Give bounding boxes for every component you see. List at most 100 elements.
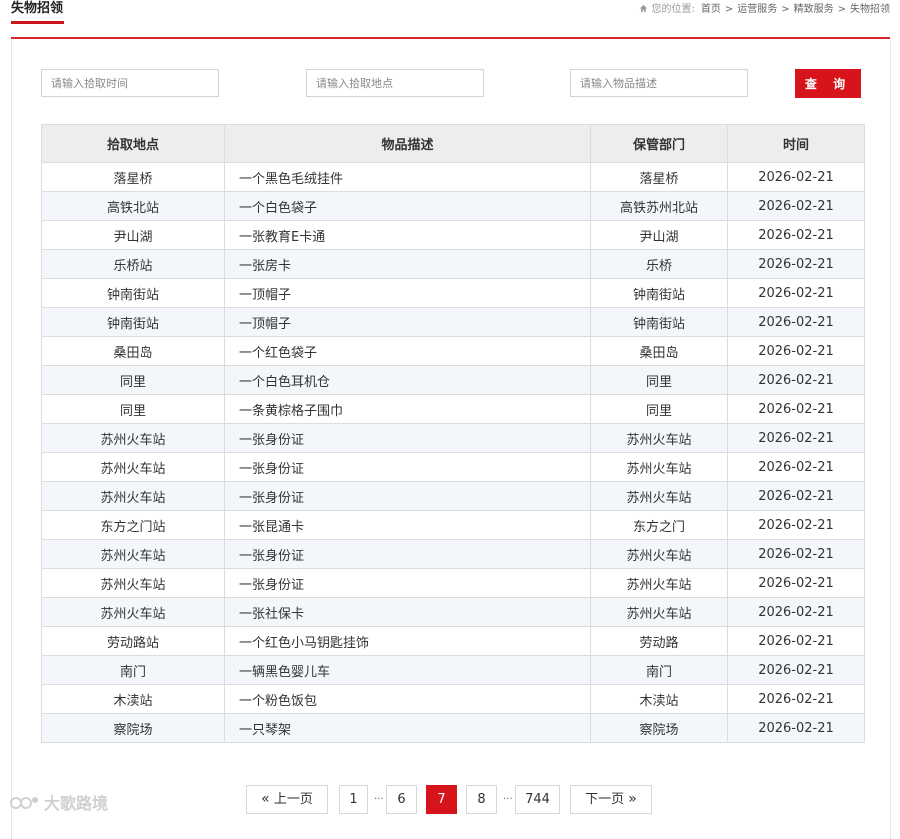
cell-place: 察院场 bbox=[41, 713, 225, 743]
cell-time: 2026-02-21 bbox=[727, 365, 865, 395]
cell-department: 苏州火车站 bbox=[590, 452, 728, 482]
cell-place: 高铁北站 bbox=[41, 191, 225, 221]
cell-place: 钟南街站 bbox=[41, 278, 225, 308]
table-row: 尹山湖 一张教育E卡通 尹山湖 2026-02-21 bbox=[41, 220, 865, 250]
cell-description: 一只琴架 bbox=[224, 713, 591, 743]
breadcrumb: 您的位置: 首页 > 运营服务 > 精致服务 > 失物招领 bbox=[639, 3, 890, 18]
cell-department: 苏州火车站 bbox=[590, 539, 728, 569]
table-row: 苏州火车站 一张身份证 苏州火车站 2026-02-21 bbox=[41, 423, 865, 453]
cell-description: 一张身份证 bbox=[224, 481, 591, 511]
table-row: 劳动路站 一个红色小马钥匙挂饰 劳动路 2026-02-21 bbox=[41, 626, 865, 656]
cell-description: 一顶帽子 bbox=[224, 278, 591, 308]
cell-time: 2026-02-21 bbox=[727, 597, 865, 627]
table-header-row: 拾取地点 物品描述 保管部门 时间 bbox=[41, 124, 865, 163]
cell-place: 苏州火车站 bbox=[41, 423, 225, 453]
cell-time: 2026-02-21 bbox=[727, 162, 865, 192]
cell-place: 劳动路站 bbox=[41, 626, 225, 656]
breadcrumb-current[interactable]: 失物招领 bbox=[850, 4, 890, 15]
cell-time: 2026-02-21 bbox=[727, 394, 865, 424]
page-header: 失物招领 您的位置: 首页 > 运营服务 > 精致服务 > 失物招领 bbox=[0, 0, 900, 24]
prev-page-button[interactable]: « 上一页 bbox=[246, 785, 328, 814]
page-link-8[interactable]: 8 bbox=[466, 785, 497, 814]
cell-time: 2026-02-21 bbox=[727, 481, 865, 511]
column-header-place: 拾取地点 bbox=[41, 124, 225, 163]
table-row: 东方之门站 一张昆通卡 东方之门 2026-02-21 bbox=[41, 510, 865, 540]
pickup-time-input[interactable] bbox=[41, 69, 219, 97]
cell-department: 劳动路 bbox=[590, 626, 728, 656]
cell-description: 一张昆通卡 bbox=[224, 510, 591, 540]
cell-place: 南门 bbox=[41, 655, 225, 685]
table-row: 同里 一个白色耳机仓 同里 2026-02-21 bbox=[41, 365, 865, 395]
table-row: 落星桥 一个黑色毛绒挂件 落星桥 2026-02-21 bbox=[41, 162, 865, 192]
table-row: 苏州火车站 一张身份证 苏州火车站 2026-02-21 bbox=[41, 568, 865, 598]
home-icon bbox=[639, 4, 648, 18]
cell-department: 木渎站 bbox=[590, 684, 728, 714]
cell-description: 一个白色袋子 bbox=[224, 191, 591, 221]
cell-department: 苏州火车站 bbox=[590, 597, 728, 627]
cell-time: 2026-02-21 bbox=[727, 713, 865, 743]
column-header-department: 保管部门 bbox=[590, 124, 728, 163]
watermark-text: 大歌路境 bbox=[44, 794, 109, 813]
cell-description: 一个白色耳机仓 bbox=[224, 365, 591, 395]
page-link-1[interactable]: 1 bbox=[339, 785, 368, 814]
table-row: 乐桥站 一张房卡 乐桥 2026-02-21 bbox=[41, 249, 865, 279]
double-left-arrow-icon: « bbox=[261, 791, 270, 807]
cell-department: 落星桥 bbox=[590, 162, 728, 192]
cell-department: 南门 bbox=[590, 655, 728, 685]
table-row: 察院场 一只琴架 察院场 2026-02-21 bbox=[41, 713, 865, 743]
cell-description: 一个红色袋子 bbox=[224, 336, 591, 366]
lost-items-table: 拾取地点 物品描述 保管部门 时间 落星桥 一个黑色毛绒挂件 落星桥 2026-02-… bbox=[41, 124, 865, 743]
cell-time: 2026-02-21 bbox=[727, 539, 865, 569]
cell-department: 乐桥 bbox=[590, 249, 728, 279]
breadcrumb-separator: > bbox=[781, 4, 790, 15]
pagination: « 上一页 1 ... 6 7 8 ... 744 下一页 » bbox=[0, 785, 900, 816]
cell-time: 2026-02-21 bbox=[727, 307, 865, 337]
cell-time: 2026-02-21 bbox=[727, 626, 865, 656]
cell-department: 尹山湖 bbox=[590, 220, 728, 250]
cell-description: 一张身份证 bbox=[224, 568, 591, 598]
cell-place: 苏州火车站 bbox=[41, 597, 225, 627]
cell-time: 2026-02-21 bbox=[727, 655, 865, 685]
breadcrumb-operations[interactable]: 运营服务 bbox=[737, 4, 777, 15]
page-link-current[interactable]: 7 bbox=[426, 785, 457, 814]
cell-department: 同里 bbox=[590, 394, 728, 424]
cell-time: 2026-02-21 bbox=[727, 510, 865, 540]
breadcrumb-home[interactable]: 首页 bbox=[701, 4, 721, 15]
pagination-ellipsis: ... bbox=[503, 791, 513, 802]
item-description-input[interactable] bbox=[570, 69, 748, 97]
table-row: 南门 一辆黑色婴儿车 南门 2026-02-21 bbox=[41, 655, 865, 685]
pickup-place-input[interactable] bbox=[306, 69, 484, 97]
breadcrumb-prefix: 您的位置: bbox=[651, 4, 695, 15]
cell-place: 苏州火车站 bbox=[41, 481, 225, 511]
title-underline bbox=[11, 21, 64, 24]
cell-description: 一辆黑色婴儿车 bbox=[224, 655, 591, 685]
cell-department: 同里 bbox=[590, 365, 728, 395]
page-link-6[interactable]: 6 bbox=[386, 785, 417, 814]
cell-place: 东方之门站 bbox=[41, 510, 225, 540]
table-row: 钟南街站 一顶帽子 钟南街站 2026-02-21 bbox=[41, 307, 865, 337]
cell-description: 一个粉色饭包 bbox=[224, 684, 591, 714]
search-button[interactable]: 查 询 bbox=[795, 69, 861, 98]
cell-department: 桑田岛 bbox=[590, 336, 728, 366]
cell-department: 钟南街站 bbox=[590, 278, 728, 308]
cell-description: 一个红色小马钥匙挂饰 bbox=[224, 626, 591, 656]
cell-department: 高铁苏州北站 bbox=[590, 191, 728, 221]
breadcrumb-services[interactable]: 精致服务 bbox=[794, 4, 834, 15]
cell-department: 苏州火车站 bbox=[590, 481, 728, 511]
next-page-button[interactable]: 下一页 » bbox=[570, 785, 652, 814]
cell-time: 2026-02-21 bbox=[727, 452, 865, 482]
table-row: 木渎站 一个粉色饭包 木渎站 2026-02-21 bbox=[41, 684, 865, 714]
cell-description: 一条黄棕格子围巾 bbox=[224, 394, 591, 424]
double-right-arrow-icon: » bbox=[628, 791, 637, 807]
table-row: 苏州火车站 一张社保卡 苏州火车站 2026-02-21 bbox=[41, 597, 865, 627]
table-row: 桑田岛 一个红色袋子 桑田岛 2026-02-21 bbox=[41, 336, 865, 366]
cell-department: 东方之门 bbox=[590, 510, 728, 540]
cell-place: 木渎站 bbox=[41, 684, 225, 714]
cell-description: 一个黑色毛绒挂件 bbox=[224, 162, 591, 192]
page-link-last[interactable]: 744 bbox=[515, 785, 560, 814]
breadcrumb-separator: > bbox=[837, 4, 846, 15]
cell-time: 2026-02-21 bbox=[727, 278, 865, 308]
cell-place: 苏州火车站 bbox=[41, 452, 225, 482]
cell-time: 2026-02-21 bbox=[727, 568, 865, 598]
cell-department: 钟南街站 bbox=[590, 307, 728, 337]
